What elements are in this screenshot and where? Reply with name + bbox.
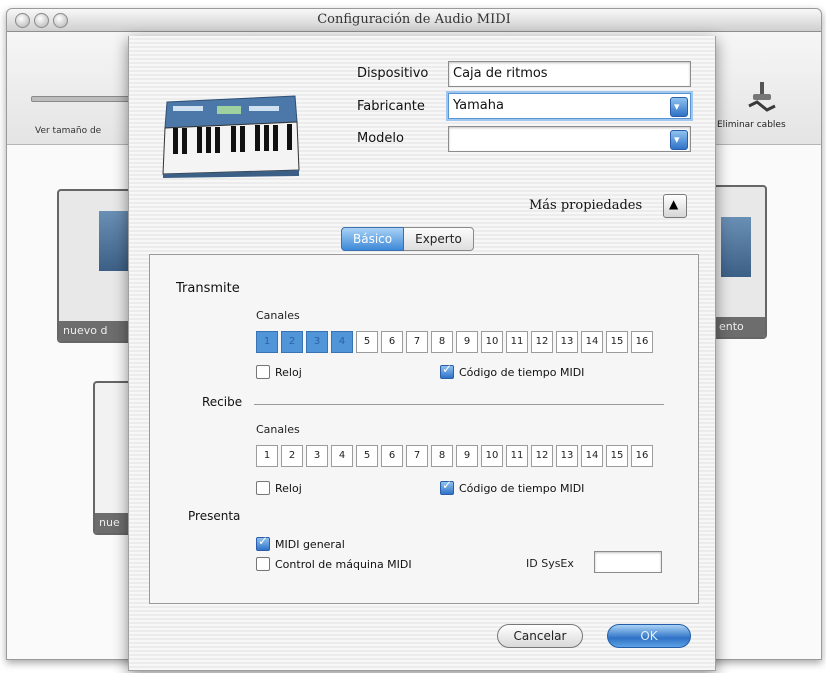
general-midi-checkbox[interactable]: MIDI general — [256, 534, 345, 551]
transmit-channel[interactable]: 15 — [606, 331, 628, 353]
device-name-field[interactable]: Caja de ritmos — [448, 61, 691, 87]
transmit-channel[interactable]: 13 — [556, 331, 578, 353]
sysex-id-field[interactable] — [594, 551, 662, 573]
title-bar: Configuración de Audio MIDI — [7, 9, 821, 32]
transmit-channel[interactable]: 10 — [481, 331, 503, 353]
remove-cables-label: Eliminar cables — [717, 120, 786, 130]
transmit-mtc-checkbox[interactable]: Código de tiempo MIDI — [440, 362, 585, 379]
receive-channel[interactable]: 4 — [331, 445, 353, 467]
window-title: Configuración de Audio MIDI — [317, 12, 511, 27]
transmit-channel[interactable]: 1 — [256, 331, 278, 353]
transmit-channel[interactable]: 16 — [631, 331, 653, 353]
transmit-channel[interactable]: 6 — [381, 331, 403, 353]
presents-section-title: Presenta — [188, 509, 241, 523]
receive-channel[interactable]: 16 — [631, 445, 653, 467]
transmit-channel[interactable]: 2 — [281, 331, 303, 353]
receive-mtc-label: Código de tiempo MIDI — [459, 481, 585, 495]
device-keyboard-icon — [161, 92, 301, 178]
manufacturer-value: Yamaha — [453, 98, 504, 113]
transmit-clock-label: Reloj — [275, 365, 302, 379]
mmc-checkbox[interactable]: Control de máquina MIDI — [256, 557, 412, 571]
receive-divider — [254, 404, 664, 405]
model-dropdown-button[interactable] — [670, 130, 688, 150]
checkbox-box — [256, 481, 270, 495]
tab-panel: Transmite Canales 1 2 3 4 5 6 7 8 9 10 1… — [149, 254, 699, 604]
transmit-channel[interactable]: 14 — [581, 331, 603, 353]
transmit-channel[interactable]: 4 — [331, 331, 353, 353]
receive-channel[interactable]: 11 — [506, 445, 528, 467]
receive-mtc-checkbox[interactable]: Código de tiempo MIDI — [440, 478, 585, 495]
transmit-channel-row: 1 2 3 4 5 6 7 8 9 10 11 12 13 14 15 16 — [256, 331, 656, 353]
receive-channel-row: 1 2 3 4 5 6 7 8 9 10 11 12 13 14 15 16 — [256, 445, 656, 467]
receive-channel[interactable]: 5 — [356, 445, 378, 467]
transmit-section-title: Transmite — [176, 281, 240, 296]
checkbox-box — [256, 557, 270, 571]
receive-channel[interactable]: 13 — [556, 445, 578, 467]
background-device-label: ento — [715, 317, 765, 337]
more-properties-label: Más propiedades — [529, 198, 643, 213]
checkbox-box — [440, 362, 454, 379]
transmit-channel[interactable]: 11 — [506, 331, 528, 353]
transmit-channel[interactable]: 12 — [531, 331, 553, 353]
checkbox-box — [256, 534, 270, 551]
receive-clock-label: Reloj — [275, 481, 302, 495]
transmit-channel[interactable]: 8 — [431, 331, 453, 353]
tab-expert[interactable]: Experto — [404, 227, 474, 251]
background-device[interactable]: ento — [713, 185, 767, 339]
tab-basic[interactable]: Básico — [341, 227, 405, 251]
model-label: Modelo — [357, 131, 404, 146]
remove-cables-icon — [748, 82, 776, 112]
receive-channel[interactable]: 15 — [606, 445, 628, 467]
receive-clock-checkbox[interactable]: Reloj — [256, 481, 302, 495]
general-midi-label: MIDI general — [275, 537, 345, 551]
transmit-channel[interactable]: 5 — [356, 331, 378, 353]
checkbox-box — [440, 478, 454, 495]
transmit-channel[interactable]: 9 — [456, 331, 478, 353]
receive-channel[interactable]: 12 — [531, 445, 553, 467]
keyboard-icon — [721, 217, 751, 277]
transmit-channels-label: Canales — [256, 309, 300, 322]
receive-section-title: Recibe — [202, 395, 243, 409]
receive-channel[interactable]: 2 — [281, 445, 303, 467]
remove-cables-button[interactable]: Eliminar cables — [713, 80, 813, 140]
receive-channel[interactable]: 6 — [381, 445, 403, 467]
manufacturer-label: Fabricante — [357, 99, 425, 114]
manufacturer-dropdown-button[interactable] — [670, 97, 688, 117]
tab-bar: Básico Experto — [341, 227, 474, 251]
ok-button[interactable]: OK — [607, 624, 691, 648]
cancel-button[interactable]: Cancelar — [497, 624, 583, 648]
sysex-id-label: ID SysEx — [526, 557, 574, 570]
device-properties-sheet: Dispositivo Caja de ritmos Fabricante Ya… — [128, 36, 716, 671]
receive-channel[interactable]: 3 — [306, 445, 328, 467]
transmit-mtc-label: Código de tiempo MIDI — [459, 365, 585, 379]
mmc-label: Control de máquina MIDI — [275, 557, 412, 571]
receive-channel[interactable]: 9 — [456, 445, 478, 467]
transmit-clock-checkbox[interactable]: Reloj — [256, 365, 302, 379]
receive-channel[interactable]: 1 — [256, 445, 278, 467]
checkbox-box — [256, 365, 270, 379]
receive-channel[interactable]: 14 — [581, 445, 603, 467]
device-label: Dispositivo — [357, 66, 429, 81]
receive-channel[interactable]: 8 — [431, 445, 453, 467]
more-properties-toggle-button[interactable]: ▲ — [663, 194, 687, 218]
model-combo[interactable] — [448, 126, 691, 152]
triangle-up-icon: ▲ — [669, 197, 679, 211]
manufacturer-combo[interactable]: Yamaha — [448, 93, 691, 119]
transmit-channel[interactable]: 3 — [306, 331, 328, 353]
receive-channel[interactable]: 10 — [481, 445, 503, 467]
receive-channel[interactable]: 7 — [406, 445, 428, 467]
toolbar-icon-size-label: Ver tamaño de — [35, 126, 102, 136]
icon-size-slider[interactable] — [31, 96, 133, 102]
transmit-channel[interactable]: 7 — [406, 331, 428, 353]
receive-channels-label: Canales — [256, 423, 300, 436]
